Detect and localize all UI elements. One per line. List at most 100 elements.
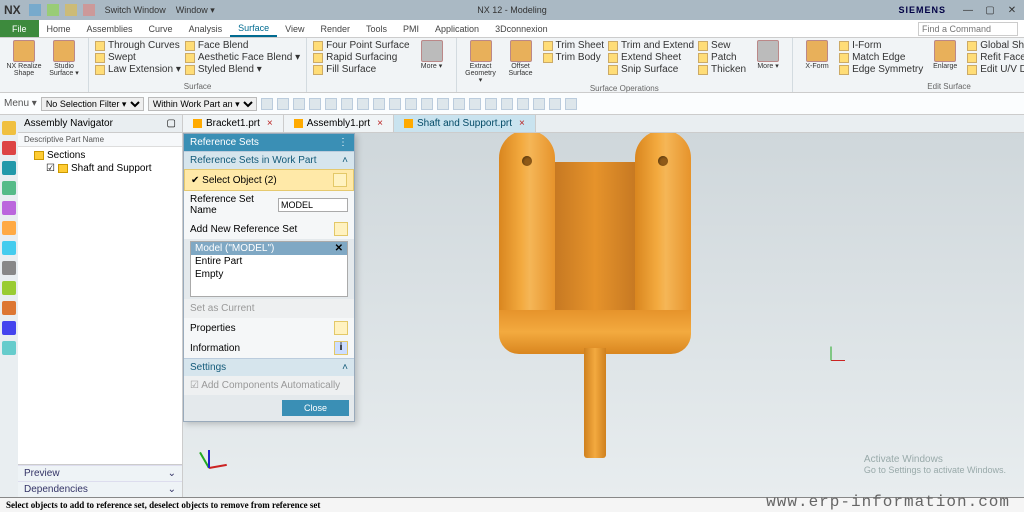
- doc-tab-shaft-support[interactable]: Shaft and Support.prt×: [394, 115, 536, 132]
- information-icon[interactable]: i: [334, 341, 348, 355]
- doc-tab-assembly[interactable]: Assembly1.prt×: [284, 115, 394, 132]
- dialog-options-icon[interactable]: ⋮: [338, 137, 348, 148]
- sew-button[interactable]: Sew: [698, 40, 746, 51]
- snip-surface-button[interactable]: Snip Surface: [608, 64, 694, 75]
- list-item[interactable]: Empty: [191, 268, 347, 281]
- enlarge-button[interactable]: Enlarge: [927, 40, 963, 70]
- tb-icon[interactable]: [469, 98, 481, 110]
- match-edge-button[interactable]: Match Edge: [839, 52, 923, 63]
- extend-sheet-button[interactable]: Extend Sheet: [608, 52, 694, 63]
- xform-button[interactable]: X-Form: [799, 40, 835, 70]
- tab-assemblies[interactable]: Assemblies: [79, 20, 141, 37]
- trim-sheet-button[interactable]: Trim Sheet: [543, 40, 605, 51]
- selection-scope[interactable]: Within Work Part an ▾: [148, 97, 257, 111]
- graphics-viewport[interactable]: Reference Sets⋮ Reference Sets in Work P…: [183, 133, 1024, 497]
- nav-pin-icon[interactable]: ▢: [167, 118, 176, 129]
- qat-save-icon[interactable]: [29, 4, 41, 16]
- tab-application[interactable]: Application: [427, 20, 487, 37]
- rail-icon[interactable]: [2, 221, 16, 235]
- select-object-icon[interactable]: [333, 173, 347, 187]
- patch-button[interactable]: Patch: [698, 52, 746, 63]
- tb-icon[interactable]: [453, 98, 465, 110]
- fill-surface-button[interactable]: Fill Surface: [313, 64, 409, 75]
- add-refset-icon[interactable]: [334, 222, 348, 236]
- chevron-up-icon[interactable]: ˄: [342, 155, 348, 166]
- tb-icon[interactable]: [533, 98, 545, 110]
- tb-icon[interactable]: [549, 98, 561, 110]
- list-item[interactable]: Model ("MODEL")✕: [191, 242, 347, 255]
- close-button[interactable]: Close: [282, 400, 349, 416]
- close-button[interactable]: ✕: [1004, 5, 1020, 16]
- doc-tab-bracket[interactable]: Bracket1.prt×: [183, 115, 284, 132]
- more-button-2[interactable]: More ▾: [750, 40, 786, 70]
- tab-view[interactable]: View: [277, 20, 312, 37]
- swept-button[interactable]: Swept: [95, 52, 181, 63]
- dialog-section-settings[interactable]: Settings: [190, 362, 226, 373]
- tb-icon[interactable]: [405, 98, 417, 110]
- qat-cut-icon[interactable]: [83, 4, 95, 16]
- offset-surface-button[interactable]: Offset Surface: [503, 40, 539, 77]
- nav-preview-section[interactable]: Preview⌄: [18, 465, 182, 481]
- tb-icon[interactable]: [325, 98, 337, 110]
- tb-icon[interactable]: [261, 98, 273, 110]
- tb-icon[interactable]: [389, 98, 401, 110]
- close-icon[interactable]: ×: [377, 118, 383, 129]
- select-object-row[interactable]: ✔ Select Object (2): [184, 169, 354, 191]
- tb-icon[interactable]: [277, 98, 289, 110]
- close-icon[interactable]: ×: [519, 118, 525, 129]
- tb-icon[interactable]: [421, 98, 433, 110]
- through-curves-button[interactable]: Through Curves: [95, 40, 181, 51]
- tab-tools[interactable]: Tools: [358, 20, 395, 37]
- tb-icon[interactable]: [373, 98, 385, 110]
- refset-listbox[interactable]: Model ("MODEL")✕ Entire Part Empty: [190, 241, 348, 297]
- tab-pmi[interactable]: PMI: [395, 20, 427, 37]
- tb-icon[interactable]: [357, 98, 369, 110]
- trim-body-button[interactable]: Trim Body: [543, 52, 605, 63]
- studio-surface-button[interactable]: Studio Surface ▾: [46, 40, 82, 77]
- file-tab[interactable]: File: [0, 20, 39, 37]
- tb-icon[interactable]: [565, 98, 577, 110]
- tab-curve[interactable]: Curve: [141, 20, 181, 37]
- tab-3dconnexion[interactable]: 3Dconnexion: [487, 20, 556, 37]
- minimize-button[interactable]: —: [960, 5, 976, 16]
- menu-dropdown[interactable]: Menu ▾: [4, 98, 37, 109]
- tb-icon[interactable]: [341, 98, 353, 110]
- chevron-up-icon[interactable]: ˄: [342, 362, 348, 373]
- tab-render[interactable]: Render: [312, 20, 358, 37]
- rail-icon[interactable]: [2, 141, 16, 155]
- global-shaping-button[interactable]: Global Shaping: [967, 40, 1024, 51]
- more-button-1[interactable]: More ▾: [414, 40, 450, 70]
- tb-icon[interactable]: [501, 98, 513, 110]
- view-triad[interactable]: [191, 449, 231, 489]
- tb-icon[interactable]: [293, 98, 305, 110]
- qat-undo-icon[interactable]: [47, 4, 59, 16]
- rail-icon[interactable]: [2, 341, 16, 355]
- rail-icon[interactable]: [2, 241, 16, 255]
- rail-icon[interactable]: [2, 301, 16, 315]
- rail-icon[interactable]: [2, 161, 16, 175]
- rail-icon[interactable]: [2, 201, 16, 215]
- face-blend-button[interactable]: Face Blend: [185, 40, 300, 51]
- rapid-surfacing-button[interactable]: Rapid Surfacing: [313, 52, 409, 63]
- rail-icon[interactable]: [2, 261, 16, 275]
- tb-icon[interactable]: [517, 98, 529, 110]
- delete-icon[interactable]: ✕: [335, 243, 343, 254]
- edit-uv-button[interactable]: Edit U/V Direction: [967, 64, 1024, 75]
- tb-icon[interactable]: [309, 98, 321, 110]
- switch-window[interactable]: Switch Window: [105, 5, 166, 15]
- window-menu[interactable]: Window ▾: [176, 5, 215, 16]
- styled-blend-button[interactable]: Styled Blend ▾: [185, 64, 300, 75]
- rail-icon[interactable]: [2, 321, 16, 335]
- nav-dependencies-section[interactable]: Dependencies⌄: [18, 481, 182, 497]
- rail-icon[interactable]: [2, 121, 16, 135]
- tab-surface[interactable]: Surface: [230, 20, 277, 37]
- aesthetic-face-blend-button[interactable]: Aesthetic Face Blend ▾: [185, 52, 300, 63]
- command-search-input[interactable]: [918, 22, 1018, 36]
- edge-symmetry-button[interactable]: Edge Symmetry: [839, 64, 923, 75]
- tb-icon[interactable]: [485, 98, 497, 110]
- datum-csys[interactable]: [819, 348, 849, 378]
- properties-icon[interactable]: [334, 321, 348, 335]
- tab-analysis[interactable]: Analysis: [181, 20, 231, 37]
- list-item[interactable]: Entire Part: [191, 255, 347, 268]
- rail-icon[interactable]: [2, 181, 16, 195]
